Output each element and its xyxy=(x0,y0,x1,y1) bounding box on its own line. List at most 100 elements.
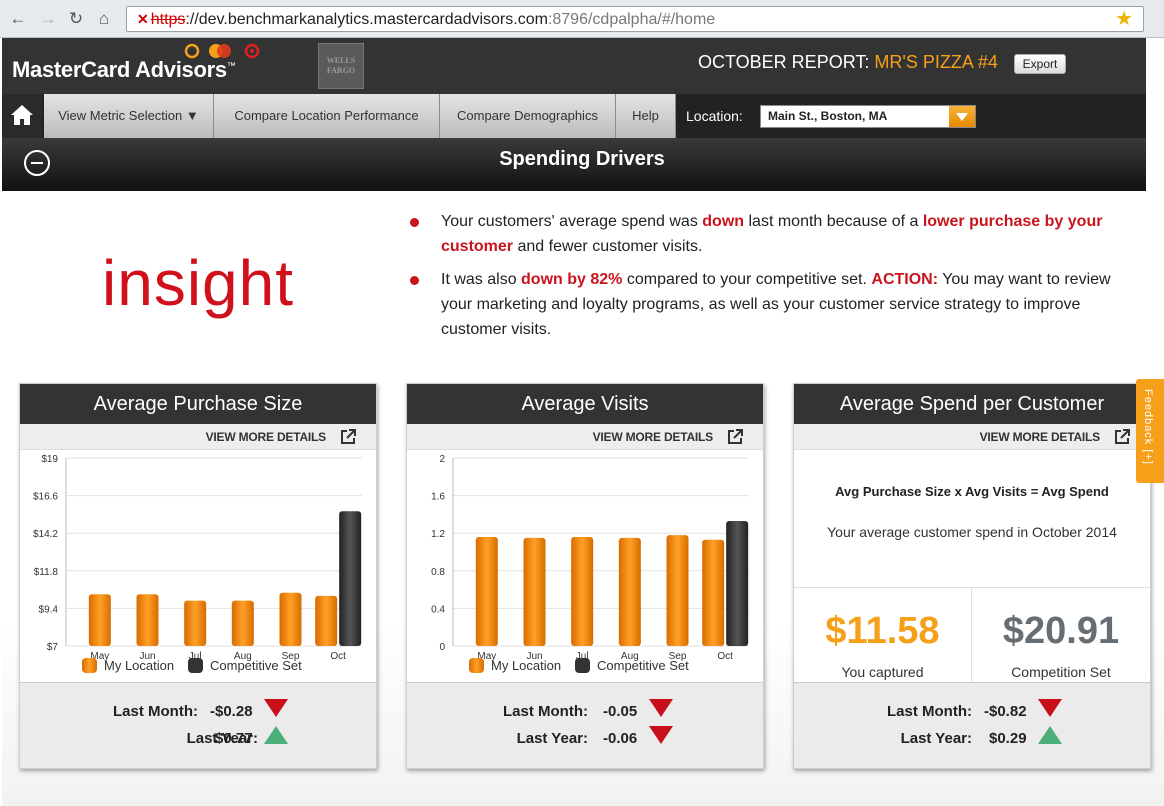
chevron-down-icon[interactable] xyxy=(949,106,975,127)
view-more-details-link[interactable]: VIEW MORE DETAILS xyxy=(980,430,1101,444)
report-title: OCTOBER REPORT: MR'S PIZZA #4 xyxy=(698,52,998,72)
legend-my-location: My Location xyxy=(491,658,561,673)
competition-value: $20.91 xyxy=(1002,610,1120,652)
last-year-label: Last Year: xyxy=(516,730,588,747)
url-scheme: https xyxy=(150,11,186,28)
browser-toolbar: ← → ↻ ⌂ ✕ https://dev.benchmarkanalytics.… xyxy=(0,0,1164,38)
app-header: MasterCard Advisors™ WELLS FARGO OCTOBER… xyxy=(2,38,1146,94)
y-tick-label: $7 xyxy=(47,642,59,653)
panel-title: Average Spend per Customer xyxy=(794,384,1150,424)
bar-my-location xyxy=(279,592,302,646)
y-tick-label: 0.4 xyxy=(431,604,445,615)
insight-heading: insight xyxy=(102,247,294,319)
address-bar[interactable]: ✕ https://dev.benchmarkanalytics.masterca… xyxy=(126,6,1144,32)
view-more-details-link[interactable]: VIEW MORE DETAILS xyxy=(206,430,327,444)
bar-competitive-set xyxy=(339,511,362,646)
content-area: insight Your customers' average spend wa… xyxy=(2,191,1164,806)
last-month-value: -$0.28 xyxy=(210,703,253,720)
bar-my-location xyxy=(702,539,725,646)
external-link-icon[interactable] xyxy=(1113,428,1131,446)
location-select[interactable]: Main St., Boston, MA xyxy=(760,105,976,128)
forward-icon[interactable]: → xyxy=(38,9,58,29)
y-tick-label: $16.6 xyxy=(33,492,58,503)
legend-my-location: My Location xyxy=(104,658,174,673)
bar-my-location xyxy=(88,594,111,646)
panel-footer: Last Month: -$0.82 Last Year: $0.29 xyxy=(794,682,1150,768)
y-tick-label: $11.8 xyxy=(34,567,59,578)
bar-my-location xyxy=(315,595,338,646)
bar-my-location xyxy=(523,537,546,646)
bar-my-location xyxy=(136,594,159,646)
up-arrow-icon xyxy=(264,726,288,744)
export-button[interactable]: Export xyxy=(1014,54,1066,74)
location-label: Location: xyxy=(686,108,743,124)
last-year-value: -0.06 xyxy=(603,730,638,747)
down-arrow-icon xyxy=(649,726,673,744)
report-location: MR'S PIZZA #4 xyxy=(874,52,998,72)
y-tick-label: 1.2 xyxy=(431,529,445,540)
bar-my-location xyxy=(184,600,207,646)
insecure-icon: ✕ xyxy=(137,11,149,27)
nav-tab-2[interactable]: Compare Demographics xyxy=(440,94,616,138)
partner-logo: WELLS FARGO xyxy=(318,43,364,89)
competition-box: $20.91 Competition Set xyxy=(972,587,1150,684)
home-icon xyxy=(11,105,33,125)
main-nav: View Metric Selection ▼ Compare Location … xyxy=(2,94,1146,138)
last-month-value: -$0.82 xyxy=(984,703,1027,720)
section-header: Spending Drivers xyxy=(2,138,1146,191)
legend-swatch-competitive-set xyxy=(575,658,590,673)
external-link-icon[interactable] xyxy=(726,428,744,446)
last-month-value: -0.05 xyxy=(603,703,638,720)
legend-competitive-set: Competitive Set xyxy=(210,658,302,673)
visits-chart: 00.40.81.21.62May Jun Jul Aug Sep OctMy Locat… xyxy=(431,454,749,673)
section-title: Spending Drivers xyxy=(499,148,665,170)
back-icon[interactable]: ← xyxy=(8,9,28,29)
captured-label: You captured xyxy=(841,664,924,680)
last-year-value: $0.77 xyxy=(215,730,253,747)
panel-title: Average Purchase Size xyxy=(20,384,376,424)
x-tick-label: Oct xyxy=(717,651,733,662)
insight-bullet-2: It was also down by 82% compared to your… xyxy=(410,267,1126,342)
bar-my-location xyxy=(666,535,689,646)
bar-my-location xyxy=(618,537,641,646)
panel-title: Average Visits xyxy=(407,384,763,424)
nav-tab-0[interactable]: View Metric Selection ▼ xyxy=(44,94,214,138)
reload-icon[interactable]: ↻ xyxy=(66,9,86,29)
x-tick-label: Oct xyxy=(330,651,346,662)
legend-swatch-my-location xyxy=(469,658,484,673)
last-year-value: $0.29 xyxy=(989,730,1027,747)
nav-tab-1[interactable]: Compare Location Performance xyxy=(214,94,440,138)
last-month-label: Last Month: xyxy=(887,703,972,720)
spend-formula: Avg Purchase Size x Avg Visits = Avg Spe… xyxy=(835,484,1109,499)
spend-per-customer-panel: Average Spend per Customer VIEW MORE DET… xyxy=(793,383,1151,769)
visits-panel: Average Visits VIEW MORE DETAILS 0 0.4 0.8… xyxy=(406,383,764,769)
bookmark-star-icon[interactable]: ★ xyxy=(1115,7,1133,31)
home-button[interactable] xyxy=(2,94,42,138)
bar-my-location xyxy=(571,536,594,646)
purchase-size-panel: Average Purchase Size VIEW MORE DETAILS … xyxy=(19,383,377,769)
feedback-tab[interactable]: Feedback [+] xyxy=(1136,379,1164,483)
captured-box: $11.58 You captured xyxy=(794,587,972,684)
legend-swatch-competitive-set xyxy=(188,658,203,673)
url-host: ://dev.benchmarkanalytics.mastercardadvi… xyxy=(185,11,548,28)
y-tick-label: 0 xyxy=(439,642,445,653)
y-tick-label: 0.8 xyxy=(431,567,445,578)
insight-bullets: Your customers' average spend was down l… xyxy=(410,209,1126,350)
competition-label: Competition Set xyxy=(1011,664,1111,680)
spend-note: Your average customer spend in October 2… xyxy=(827,524,1117,540)
down-arrow-icon xyxy=(264,699,288,717)
last-year-label: Last Year: xyxy=(900,730,972,747)
view-more-details-link[interactable]: VIEW MORE DETAILS xyxy=(593,430,714,444)
bar-my-location xyxy=(475,536,498,646)
y-tick-label: $14.2 xyxy=(33,529,58,540)
captured-value: $11.58 xyxy=(825,610,940,652)
up-arrow-icon xyxy=(1038,726,1062,744)
last-month-label: Last Month: xyxy=(113,703,198,720)
nav-tab-3[interactable]: Help xyxy=(616,94,676,138)
url-path: :8796/cdpalpha/#/home xyxy=(547,11,716,28)
home-browser-icon[interactable]: ⌂ xyxy=(94,9,114,29)
external-link-icon[interactable] xyxy=(339,428,357,446)
y-tick-label: $19 xyxy=(41,454,58,465)
down-arrow-icon xyxy=(649,699,673,717)
purchase-size-chart: $7$9.4$11.8$14.2$16.6$19May Jun Jul Aug Sep O… xyxy=(33,454,362,673)
